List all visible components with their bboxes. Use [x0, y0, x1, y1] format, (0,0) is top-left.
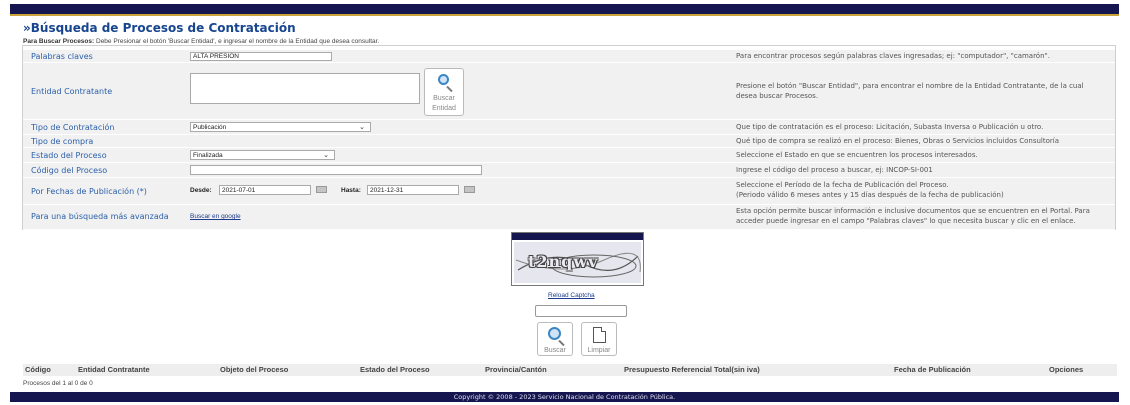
row-estado-proceso: Estado del Proceso Finalizada ⌄ Seleccio…	[23, 148, 1115, 163]
row-entidad-contratante: Entidad Contratante Buscar Entidad Presi…	[23, 63, 1115, 120]
col-entidad: Entidad Contratante	[78, 365, 150, 374]
codigo-proceso-label: Código del Proceso	[31, 166, 108, 175]
row-palabras-claves: Palabras claves ALTA PRESION Para encont…	[23, 50, 1115, 63]
limpiar-label: Limpiar	[587, 347, 611, 354]
buscar-entidad-line1: Buscar	[433, 95, 455, 102]
search-icon	[548, 327, 561, 340]
estado-proceso-select[interactable]: Finalizada ⌄	[190, 150, 335, 160]
captcha-image: t2nqwv	[511, 232, 644, 286]
col-presupuesto: Presupuesto Referencial Total(sin iva)	[624, 365, 760, 374]
buscar-button[interactable]: Buscar	[537, 322, 573, 356]
row-tipo-compra: Tipo de compra Qué tipo de compra se rea…	[23, 135, 1115, 148]
entidad-contratante-textarea[interactable]	[190, 73, 420, 104]
tipo-contratacion-label: Tipo de Contratación	[31, 123, 115, 132]
tipo-contratacion-help: Que tipo de contratación es el proceso: …	[736, 123, 1044, 131]
captcha-picture: t2nqwv	[514, 242, 641, 283]
buscar-entidad-button[interactable]: Buscar Entidad	[424, 68, 464, 116]
col-provincia: Provincia/Cantón	[485, 365, 547, 374]
estado-proceso-help: Seleccione el Estado en que se encuentre…	[736, 151, 978, 159]
hasta-label: Hasta:	[341, 187, 361, 194]
instructions-bold: Para Buscar Procesos:	[23, 38, 95, 45]
instructions: Para Buscar Procesos: Debe Presionar el …	[23, 38, 379, 45]
buscar-label: Buscar	[544, 347, 566, 354]
chevron-down-icon: ⌄	[359, 124, 365, 131]
buscar-entidad-line2: Entidad	[432, 105, 456, 112]
entidad-help-line2: desea buscar Procesos.	[736, 92, 819, 100]
fechas-publicacion-label: Por Fechas de Publicación (*)	[31, 187, 147, 196]
calendar-icon[interactable]	[464, 186, 475, 193]
estado-proceso-selected: Finalizada	[193, 152, 223, 159]
desde-date-input[interactable]: 2021-07-01	[219, 185, 311, 195]
captcha-text: t2nqwv	[528, 252, 599, 271]
tipo-compra-help: Qué tipo de compra se realizó en el proc…	[736, 137, 1060, 145]
search-icon-handle	[446, 85, 453, 93]
instructions-text: Debe Presionar el botón 'Buscar Entidad'…	[94, 38, 380, 45]
row-tipo-contratacion: Tipo de Contratación Publicación ⌄ Que t…	[23, 120, 1115, 135]
col-estado: Estado del Proceso	[360, 365, 430, 374]
desde-label: Desde:	[190, 187, 212, 194]
captcha-header-bar	[512, 233, 643, 240]
search-icon	[438, 74, 449, 85]
estado-proceso-label: Estado del Proceso	[31, 151, 107, 160]
avanzada-help-line2: acceder puede ingresar en el campo "Pala…	[736, 217, 1076, 225]
palabras-claves-help: Para encontrar procesos según palabras c…	[736, 52, 1050, 60]
chevron-down-icon: ⌄	[323, 152, 329, 159]
palabras-claves-label: Palabras claves	[31, 52, 93, 61]
busqueda-avanzada-label: Para una búsqueda más avanzada	[31, 212, 169, 221]
fechas-help-line2: (Periodo válido 6 meses antes y 15 días …	[736, 191, 1004, 199]
entidad-help-line1: Presione el botón "Buscar Entidad", para…	[736, 82, 1084, 90]
tipo-contratacion-selected: Publicación	[193, 124, 227, 131]
search-icon-handle	[558, 339, 565, 347]
row-codigo-proceso: Código del Proceso Ingrese el código del…	[23, 163, 1115, 178]
results-count: Procesos del 1 al 0 de 0	[23, 380, 93, 387]
buscar-en-google-link[interactable]: Buscar en google	[190, 213, 241, 220]
captcha-input[interactable]	[535, 305, 627, 317]
fechas-help-line1: Seleccione el Período de la fecha de Pub…	[736, 181, 949, 189]
footer-copyright: Copyright © 2008 - 2023 Servicio Naciona…	[10, 392, 1119, 402]
col-fecha: Fecha de Publicación	[894, 365, 971, 374]
document-icon	[593, 327, 606, 343]
document-fold	[601, 327, 606, 332]
calendar-icon[interactable]	[316, 186, 327, 193]
col-opciones: Opciones	[1049, 365, 1084, 374]
entidad-contratante-label: Entidad Contratante	[31, 87, 113, 96]
page-title: »Búsqueda de Procesos de Contratación	[23, 21, 296, 35]
top-header-bar	[10, 4, 1119, 14]
results-table-header: Código Entidad Contratante Objeto del Pr…	[23, 364, 1117, 376]
codigo-proceso-help: Ingrese el código del proceso a buscar, …	[736, 166, 933, 174]
codigo-proceso-input[interactable]	[190, 165, 482, 175]
row-fechas-publicacion: Por Fechas de Publicación (*) Desde: 202…	[23, 178, 1115, 205]
hasta-date-input[interactable]: 2021-12-31	[367, 185, 459, 195]
palabras-claves-input[interactable]: ALTA PRESION	[190, 52, 332, 61]
col-codigo: Código	[25, 365, 51, 374]
row-busqueda-avanzada: Para una búsqueda más avanzada Buscar en…	[23, 205, 1115, 230]
header-accent-line	[10, 14, 1119, 16]
tipo-compra-label: Tipo de compra	[31, 137, 94, 146]
tipo-contratacion-select[interactable]: Publicación ⌄	[190, 122, 371, 132]
limpiar-button[interactable]: Limpiar	[581, 322, 617, 356]
reload-captcha-link[interactable]: Reload Captcha	[548, 292, 595, 299]
avanzada-help-line1: Esta opción permite buscar información e…	[736, 207, 1090, 215]
col-objeto: Objeto del Proceso	[220, 365, 289, 374]
